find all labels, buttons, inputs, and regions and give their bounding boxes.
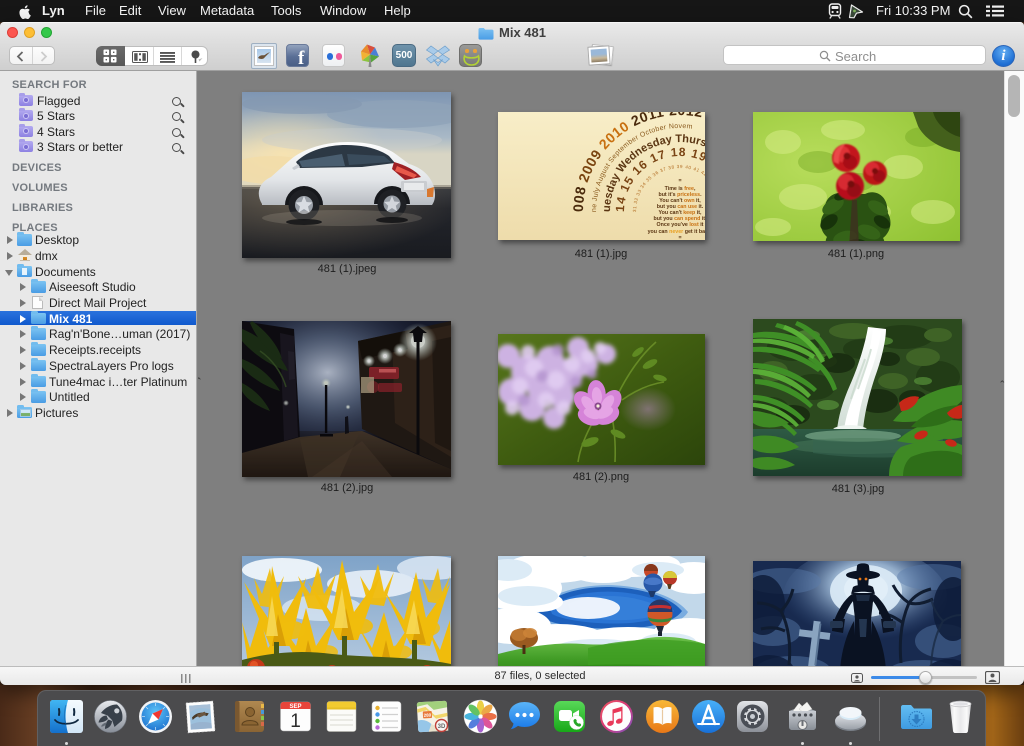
svg-text:3D: 3D <box>437 724 445 730</box>
svg-text:=: = <box>678 178 681 184</box>
svg-text:SEP: SEP <box>289 704 301 710</box>
svg-text:=: = <box>678 235 681 240</box>
svg-text:1: 1 <box>290 711 301 732</box>
svg-text:you can never get it back.: you can never get it back. <box>648 229 705 235</box>
svg-text:280: 280 <box>423 713 431 718</box>
svg-text:Once you've lost it: Once you've lost it <box>657 222 704 228</box>
